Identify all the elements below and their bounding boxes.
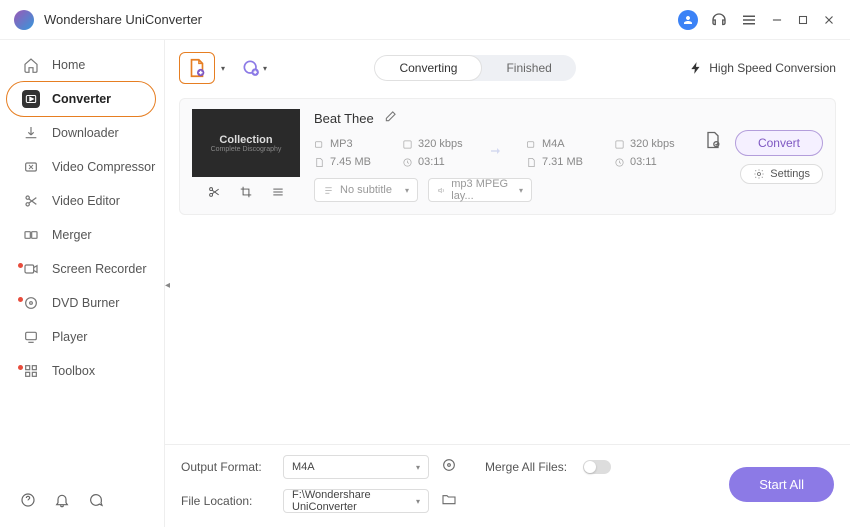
sidebar-item-editor[interactable]: Video Editor	[0, 184, 164, 218]
sidebar-item-home[interactable]: Home	[0, 48, 164, 82]
compress-icon	[22, 158, 40, 176]
toolbar: ▾ ▾ Converting Finished High Speed Conve…	[179, 48, 836, 88]
sidebar: Home Converter Downloader Video Compress…	[0, 40, 165, 527]
thumb-text: Collection	[219, 134, 272, 146]
user-account-icon[interactable]	[678, 10, 698, 30]
support-icon[interactable]	[710, 11, 728, 29]
bitrate-icon	[614, 139, 625, 150]
edit-title-icon[interactable]	[384, 109, 398, 128]
clock-icon	[402, 157, 413, 168]
clock-icon	[614, 157, 625, 168]
sidebar-item-label: Video Compressor	[52, 160, 155, 174]
audio-track-dropdown[interactable]: mp3 MPEG lay... ▾	[428, 178, 532, 202]
sidebar-item-label: Video Editor	[52, 194, 120, 208]
output-format-select[interactable]: M4A▾	[283, 455, 429, 479]
bolt-icon	[689, 61, 703, 75]
high-speed-label: High Speed Conversion	[709, 61, 836, 75]
notification-dot	[18, 297, 23, 302]
app-logo	[14, 10, 34, 30]
convert-button[interactable]: Convert	[735, 130, 823, 156]
minimize-button[interactable]	[770, 13, 784, 27]
add-file-button[interactable]	[179, 52, 215, 84]
app-title: Wondershare UniConverter	[44, 12, 678, 27]
sidebar-item-converter[interactable]: Converter	[0, 82, 164, 116]
gear-icon	[753, 168, 765, 180]
notification-dot	[18, 365, 23, 370]
sidebar-item-label: Converter	[52, 92, 111, 106]
settings-button[interactable]: Settings	[740, 164, 823, 184]
tab-finished[interactable]: Finished	[482, 55, 575, 81]
sidebar-item-dvd[interactable]: DVD Burner	[0, 286, 164, 320]
target-meta: M4A 320 kbps 7.31 MB 03:11	[526, 138, 680, 168]
menu-icon[interactable]	[740, 11, 758, 29]
tab-converting[interactable]: Converting	[374, 55, 482, 81]
add-url-button[interactable]	[239, 56, 263, 80]
start-all-button[interactable]: Start All	[729, 467, 834, 502]
content-area: ▾ ▾ Converting Finished High Speed Conve…	[165, 40, 850, 527]
titlebar: Wondershare UniConverter	[0, 0, 850, 40]
tab-switch: Converting Finished	[374, 55, 575, 81]
help-icon[interactable]	[20, 492, 36, 513]
file-location-select[interactable]: F:\Wondershare UniConverter▾	[283, 489, 429, 513]
sidebar-item-label: Downloader	[52, 126, 119, 140]
arrow-icon	[486, 142, 508, 165]
sidebar-item-merger[interactable]: Merger	[0, 218, 164, 252]
sidebar-item-label: DVD Burner	[52, 296, 119, 310]
crop-icon[interactable]	[239, 185, 253, 204]
audio-icon	[437, 185, 445, 196]
home-icon	[22, 56, 40, 74]
format-settings-icon[interactable]	[441, 457, 457, 478]
record-icon	[22, 260, 40, 278]
subtitle-icon	[323, 185, 334, 196]
file-icon	[314, 157, 325, 168]
sidebar-item-player[interactable]: Player	[0, 320, 164, 354]
effects-icon[interactable]	[271, 185, 285, 204]
download-icon	[22, 124, 40, 142]
play-icon	[22, 328, 40, 346]
collapse-sidebar-icon[interactable]: ◂	[165, 280, 170, 291]
sidebar-item-label: Player	[52, 330, 87, 344]
output-format-icon[interactable]	[703, 130, 723, 155]
sidebar-item-toolbox[interactable]: Toolbox	[0, 354, 164, 388]
open-folder-icon[interactable]	[441, 491, 457, 512]
close-button[interactable]	[822, 13, 836, 27]
file-location-label: File Location:	[181, 494, 271, 508]
notification-dot	[18, 263, 23, 268]
sidebar-item-downloader[interactable]: Downloader	[0, 116, 164, 150]
merge-toggle[interactable]	[583, 460, 611, 474]
merge-icon	[22, 226, 40, 244]
add-file-dropdown-caret[interactable]: ▾	[221, 64, 225, 73]
high-speed-toggle[interactable]: High Speed Conversion	[689, 61, 836, 75]
sidebar-item-compressor[interactable]: Video Compressor	[0, 150, 164, 184]
bitrate-icon	[402, 139, 413, 150]
video-icon	[526, 139, 537, 150]
trim-icon[interactable]	[207, 185, 221, 204]
maximize-button[interactable]	[796, 13, 810, 27]
footer: Output Format: M4A▾ Merge All Files: Fil…	[165, 444, 850, 527]
file-thumbnail[interactable]: Collection Complete Discography	[192, 109, 300, 177]
output-format-label: Output Format:	[181, 460, 271, 474]
sidebar-item-label: Screen Recorder	[52, 262, 147, 276]
sidebar-item-recorder[interactable]: Screen Recorder	[0, 252, 164, 286]
merge-label: Merge All Files:	[485, 460, 567, 474]
source-meta: MP3 320 kbps 7.45 MB 03:11	[314, 138, 468, 168]
file-icon	[526, 157, 537, 168]
thumb-subtext: Complete Discography	[211, 146, 282, 153]
video-icon	[314, 139, 325, 150]
file-card: Collection Complete Discography Beat The…	[179, 98, 836, 215]
sidebar-item-label: Merger	[52, 228, 92, 242]
disc-icon	[22, 294, 40, 312]
subtitle-dropdown[interactable]: No subtitle ▾	[314, 178, 418, 202]
feedback-icon[interactable]	[88, 492, 104, 513]
bell-icon[interactable]	[54, 492, 70, 513]
converter-icon	[22, 90, 40, 108]
scissors-icon	[22, 192, 40, 210]
sidebar-item-label: Toolbox	[52, 364, 95, 378]
add-url-dropdown-caret[interactable]: ▾	[263, 64, 267, 73]
grid-icon	[22, 362, 40, 380]
sidebar-item-label: Home	[52, 58, 85, 72]
file-title: Beat Thee	[314, 111, 374, 126]
